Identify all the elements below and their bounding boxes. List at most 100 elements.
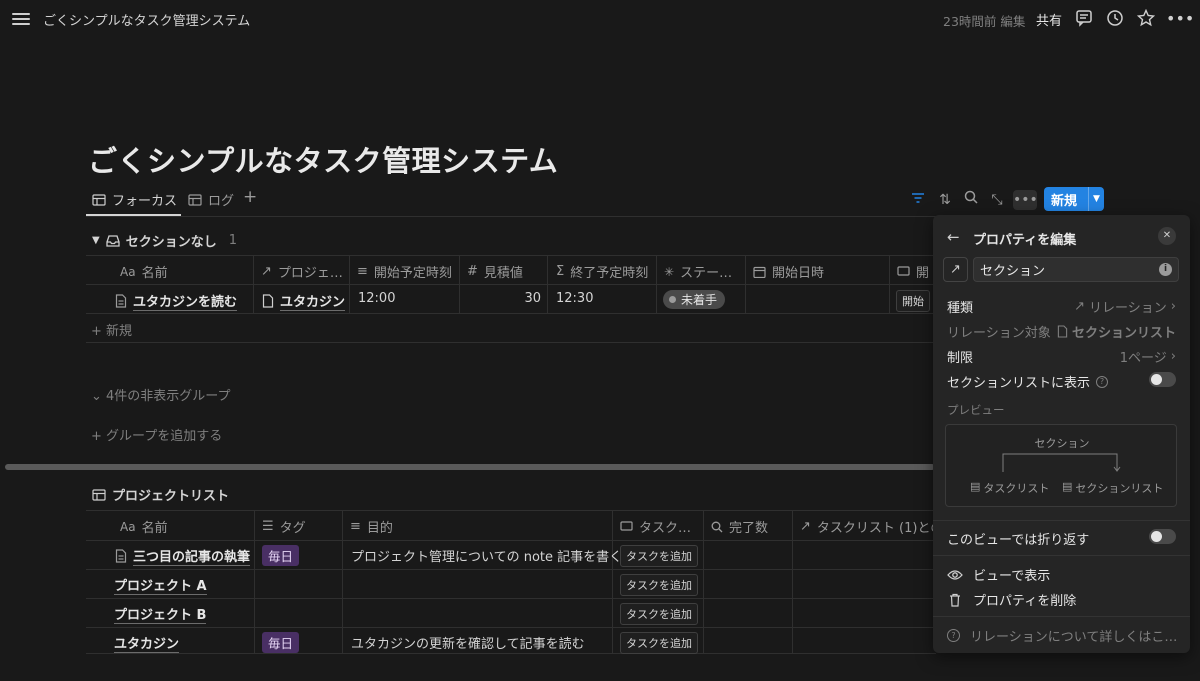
column-header-project[interactable]: ↗ プロジェ… [261, 262, 347, 281]
caret-down-icon[interactable]: ▼ [92, 235, 100, 246]
table-row-name[interactable]: 三つ目の記事の執筆 [115, 546, 251, 566]
add-task-cell[interactable]: タスクを追加 [620, 632, 698, 654]
new-button[interactable]: 新規 ▼ [1044, 187, 1104, 211]
show-in-toggle[interactable] [1149, 372, 1176, 387]
chevron-down-icon[interactable]: ▼ [1089, 194, 1104, 204]
table-icon [92, 488, 106, 501]
expand-icon[interactable]: ⤡ [987, 190, 1007, 210]
tab-focus[interactable]: フォーカス [92, 190, 177, 209]
history-icon[interactable] [1105, 9, 1125, 29]
back-arrow-icon[interactable]: ← [947, 228, 960, 246]
show-in-view-item[interactable]: ビューで表示 [947, 565, 1050, 584]
delete-property-item[interactable]: プロパティを削除 [947, 590, 1076, 609]
share-button[interactable]: 共有 [1036, 10, 1062, 29]
sort-icon[interactable]: ⇅ [935, 190, 955, 210]
tab-label: フォーカス [112, 194, 178, 209]
project-relation-cell[interactable]: ユタカジン [262, 291, 346, 311]
purpose-cell[interactable]: ユタカジンの更新を確認して記事を読む [351, 633, 585, 652]
wrap-toggle[interactable] [1149, 529, 1176, 544]
add-task-button[interactable]: タスクを追加 [620, 603, 698, 625]
more-icon[interactable]: ••• [1166, 9, 1194, 29]
column-header-status[interactable]: ✳ ステー… [664, 262, 744, 282]
column-header-done-count[interactable]: 完了数 [711, 517, 791, 536]
breadcrumb-title[interactable]: ごくシンプルなタスク管理システム [43, 10, 250, 29]
add-task-cell[interactable]: タスクを追加 [620, 603, 698, 625]
limit-selector[interactable]: 1ページ › [1120, 347, 1176, 366]
add-task-cell[interactable]: タスクを追加 [620, 545, 698, 567]
info-icon[interactable]: i [1159, 263, 1172, 276]
column-header-end-plan[interactable]: Σ 終了予定時刻 [556, 262, 656, 281]
tag-cell[interactable]: 毎日 [262, 632, 300, 653]
add-task-cell[interactable]: タスクを追加 [620, 574, 698, 596]
search-icon [711, 521, 723, 532]
help-icon: ? [947, 629, 960, 642]
type-selector[interactable]: ↗ リレーション › [1074, 297, 1176, 316]
column-header-purpose[interactable]: ≡ 目的 [350, 517, 610, 536]
type-label: 種類 [947, 301, 974, 316]
relation-icon[interactable]: ↗ [943, 257, 968, 282]
group-name: セクションなし [125, 235, 217, 250]
cursor-icon [620, 520, 633, 531]
status-badge: 未着手 [663, 290, 726, 309]
add-group-button[interactable]: + グループを追加する [91, 425, 222, 444]
column-header-task-button[interactable]: タスク… [620, 517, 702, 536]
divider [86, 313, 936, 314]
table-row-name[interactable]: ユタカジンを読む [115, 291, 238, 311]
menu-icon[interactable] [12, 10, 30, 28]
purpose-cell[interactable]: プロジェクト管理についての note 記事を書く [351, 546, 622, 565]
star-icon[interactable] [1136, 8, 1156, 29]
preview-left: ▤ タスクリスト [970, 480, 1050, 495]
table-row-name[interactable]: プロジェクト B [114, 604, 207, 624]
start-button-cell[interactable]: 開始 [896, 290, 930, 312]
show-in-label: セクションリストに表示 ? [947, 372, 1109, 391]
table-icon [92, 193, 106, 206]
table-icon [188, 193, 202, 206]
divider [86, 255, 936, 256]
column-header-name[interactable]: Aa 名前 [120, 262, 250, 282]
end-plan-cell[interactable]: 12:30 [556, 291, 593, 306]
start-button[interactable]: 開始 [896, 290, 930, 312]
column-header-button[interactable]: 開 [897, 262, 933, 281]
edit-property-panel: ← プロパティを編集 ✕ ↗ セクション i 種類 ↗ リレーション › リレーショ… [933, 215, 1190, 653]
table-row-name[interactable]: ユタカジン [114, 633, 180, 653]
add-task-button[interactable]: タスクを追加 [620, 574, 698, 596]
column-header-name[interactable]: Aa 名前 [120, 517, 250, 537]
estimate-cell[interactable]: 30 [467, 291, 541, 306]
page-title: ごくシンプルなタスク管理システム [88, 144, 559, 178]
horizontal-scrollbar[interactable] [5, 464, 935, 470]
status-cell[interactable]: 未着手 [663, 290, 726, 309]
projects-title[interactable]: プロジェクトリスト [92, 485, 229, 504]
more-options-icon[interactable]: ••• [1013, 190, 1038, 210]
eye-icon [947, 569, 963, 580]
column-header-start-plan[interactable]: ≡ 開始予定時刻 [357, 262, 457, 281]
edited-time: 23時間前 編集 [943, 14, 1026, 29]
learn-more-link[interactable]: ? リレーションについて詳しくはこ… [947, 626, 1177, 645]
relation-preview: セクション ▤ タスクリスト ▤ セクションリスト [945, 424, 1177, 507]
comment-icon[interactable] [1074, 9, 1094, 29]
add-row-button[interactable]: + 新規 [91, 320, 132, 339]
calendar-icon [753, 266, 766, 278]
close-icon[interactable]: ✕ [1158, 227, 1176, 245]
column-header-tag[interactable]: ☰ タグ [262, 517, 340, 536]
add-task-button[interactable]: タスクを追加 [620, 632, 698, 654]
add-task-button[interactable]: タスクを追加 [620, 545, 698, 567]
add-view-icon[interactable]: + [243, 187, 257, 207]
group-count: 1 [228, 233, 237, 248]
panel-title: プロパティを編集 [973, 233, 1077, 248]
start-plan-cell[interactable]: 12:00 [358, 291, 395, 306]
tag-cell[interactable]: 毎日 [262, 545, 300, 566]
group-header[interactable]: ▼ セクションなし 1 [92, 231, 237, 250]
property-name-input[interactable]: セクション i [973, 257, 1179, 282]
column-header-task-relation[interactable]: ↗ タスクリスト (1)との [800, 517, 934, 536]
hidden-groups-toggle[interactable]: ⌄ 4件の非表示グループ [91, 385, 231, 404]
column-header-start-datetime[interactable]: 開始日時 [753, 262, 883, 281]
filter-icon[interactable] [908, 190, 928, 210]
table-row-name[interactable]: プロジェクト A [114, 575, 207, 595]
search-icon[interactable] [961, 190, 981, 210]
page-icon [115, 294, 127, 308]
tab-log[interactable]: ログ [188, 190, 234, 209]
new-button-label: 新規 [1051, 193, 1078, 209]
divider [86, 284, 936, 285]
page-icon [1057, 325, 1068, 338]
column-header-estimate[interactable]: # 見積値 [467, 262, 545, 281]
